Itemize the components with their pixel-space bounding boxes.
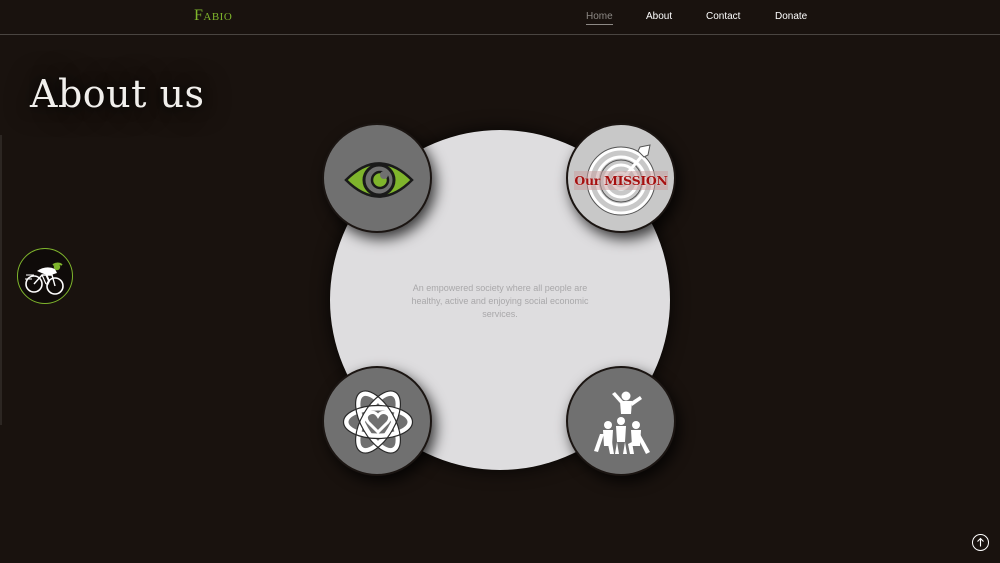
mission-card[interactable]: Our MISSION (566, 123, 676, 233)
atom-heart-icon (342, 390, 414, 454)
cyclist-badge[interactable] (17, 248, 73, 304)
nav-contact[interactable]: Contact (706, 11, 740, 22)
vision-statement: An empowered society where all people ar… (411, 283, 589, 319)
arrow-up-icon (977, 537, 984, 547)
nav-donate[interactable]: Donate (775, 11, 807, 22)
cyclist-icon (25, 262, 64, 295)
vision-card[interactable] (322, 123, 432, 233)
people-pyramid-icon (594, 391, 650, 454)
mission-label: Our MISSION (574, 171, 668, 190)
scroll-to-top-button[interactable] (972, 534, 989, 551)
about-page: Fabio Home About Contact Donate About us… (0, 0, 1000, 563)
nav-about[interactable]: About (646, 11, 672, 22)
eye-icon (344, 162, 414, 198)
page-title: About us (30, 72, 205, 116)
team-card[interactable] (566, 366, 676, 476)
nav-links: Home About Contact Donate (0, 11, 1000, 31)
navbar: Fabio Home About Contact Donate (0, 0, 1000, 35)
left-edge-strip (0, 135, 2, 425)
values-card[interactable] (322, 366, 432, 476)
nav-home[interactable]: Home (586, 11, 613, 25)
